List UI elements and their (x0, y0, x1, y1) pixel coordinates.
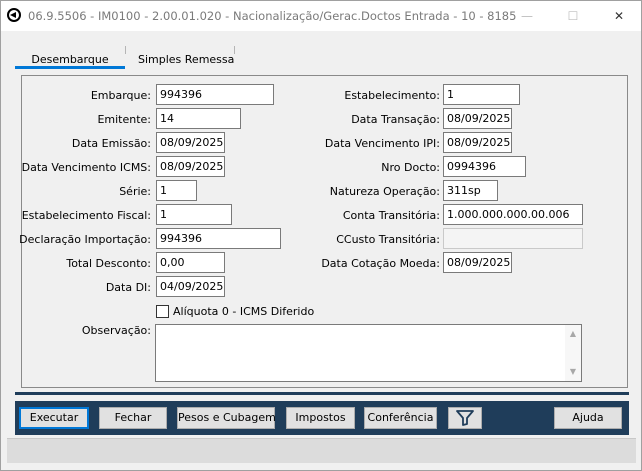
button-bar: Executar Fechar Pesos e Cubagem Impostos… (15, 401, 629, 435)
data-emissao-label: Data Emissão: (71, 137, 151, 150)
serie-field[interactable]: 1 (156, 180, 197, 201)
conferencia-button[interactable]: Conferência (364, 407, 437, 429)
app-logo-icon (7, 8, 21, 22)
scroll-down-icon[interactable]: ▼ (565, 365, 581, 379)
total-desconto-label: Total Desconto: (66, 257, 151, 270)
embarque-field[interactable]: 994396 (156, 84, 274, 105)
maximize-icon: ☐ (567, 9, 579, 23)
embarque-label: Embarque: (90, 89, 151, 102)
nro-docto-label: Nro Docto: (381, 161, 440, 174)
aliquota-checkbox-label: Alíquota 0 - ICMS Diferido (173, 305, 315, 318)
window-title: 06.9.5506 - IM0100 - 2.00.01.020 - Nacio… (28, 9, 517, 23)
minimize-button[interactable]: — (507, 1, 547, 31)
ajuda-button[interactable]: Ajuda (554, 407, 622, 429)
data-emissao-field[interactable]: 08/09/2025 (156, 132, 225, 153)
scroll-up-icon[interactable]: ▲ (565, 327, 581, 341)
observacao-label: Observação: (81, 324, 151, 337)
estabelecimento-label: Estabelecimento: (344, 89, 440, 102)
estabelecimento-field[interactable]: 1 (443, 84, 520, 105)
close-button[interactable]: ✕ (599, 1, 639, 31)
status-bar (7, 438, 636, 463)
filter-icon (456, 410, 474, 426)
fechar-button[interactable]: Fechar (99, 407, 167, 429)
decl-importacao-label: Declaração Importação: (19, 233, 151, 246)
data-venc-ipi-label: Data Vencimento IPI: (324, 137, 440, 150)
emitente-field[interactable]: 14 (156, 108, 241, 129)
close-icon: ✕ (613, 9, 625, 23)
tab-separator (125, 46, 126, 54)
data-venc-ipi-field[interactable]: 08/09/2025 (443, 132, 512, 153)
emitente-label: Emitente: (97, 113, 151, 126)
data-transacao-field[interactable]: 08/09/2025 (443, 108, 512, 129)
filter-button[interactable] (448, 407, 482, 429)
estab-fiscal-field[interactable]: 1 (156, 204, 232, 225)
data-di-field[interactable]: 04/09/2025 (156, 276, 225, 297)
estab-fiscal-label: Estabelecimento Fiscal: (21, 209, 151, 222)
conta-transitoria-field[interactable]: 1.000.000.000.00.006 (443, 204, 583, 225)
natureza-operacao-label: Natureza Operação: (329, 185, 440, 198)
tab-simples-remessa[interactable]: Simples Remessa (137, 41, 237, 67)
nro-docto-field[interactable]: 0994396 (443, 156, 526, 177)
title-bar: 06.9.5506 - IM0100 - 2.00.01.020 - Nacio… (1, 1, 641, 31)
minimize-icon: — (521, 9, 533, 23)
data-cotacao-moeda-label: Data Cotação Moeda: (321, 257, 440, 270)
natureza-operacao-field[interactable]: 311sp (443, 180, 498, 201)
button-bar-divider (15, 392, 629, 395)
total-desconto-field[interactable]: 0,00 (156, 252, 225, 273)
tab-separator (234, 46, 235, 54)
serie-label: Série: (119, 185, 151, 198)
impostos-button[interactable]: Impostos (286, 407, 355, 429)
ccusto-transitoria-label: CCusto Transitória: (336, 233, 440, 246)
ccusto-transitoria-field (443, 228, 583, 249)
aliquota-checkbox[interactable] (156, 305, 169, 318)
tab-desembarque[interactable]: Desembarque (15, 41, 125, 69)
conta-transitoria-label: Conta Transitória: (342, 209, 440, 222)
observacao-textarea[interactable]: ▲ ▼ (155, 324, 582, 382)
main-window: 06.9.5506 - IM0100 - 2.00.01.020 - Nacio… (0, 0, 642, 471)
data-venc-icms-field[interactable]: 08/09/2025 (156, 156, 225, 177)
pesos-cubagem-button[interactable]: Pesos e Cubagem (177, 407, 276, 429)
data-venc-icms-label: Data Vencimento ICMS: (21, 161, 151, 174)
decl-importacao-field[interactable]: 994396 (156, 228, 281, 249)
executar-button[interactable]: Executar (19, 407, 89, 429)
form-panel: Embarque: 994396 Emitente: 14 Data Emiss… (19, 75, 628, 388)
data-transacao-label: Data Transação: (351, 113, 440, 126)
data-di-label: Data DI: (105, 281, 151, 294)
observacao-scrollbar[interactable]: ▲ ▼ (565, 325, 581, 381)
maximize-button[interactable]: ☐ (553, 1, 593, 31)
data-cotacao-moeda-field[interactable]: 08/09/2025 (443, 252, 512, 273)
